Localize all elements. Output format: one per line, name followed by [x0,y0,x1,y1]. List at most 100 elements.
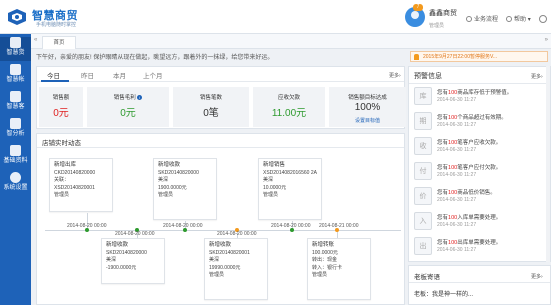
sidebar-item-analysis[interactable]: 智分析 [0,118,31,142]
tab-home[interactable]: 首页 [42,36,76,49]
warning-item[interactable]: 出 您有100出库单需要处理。 2014-06-30 11:27 [414,236,548,257]
warning-text: 您有100笔客户应付欠款。 [437,165,502,171]
logo-icon [8,9,26,25]
sidebar-item-basic-data[interactable]: 基础资料 [0,145,31,169]
flow-icon [466,16,472,22]
warning-text: 您有100商品库存低于预警值。 [437,90,513,96]
boss-title: 老板寄语 [414,274,440,281]
warnings-title: 预警信息 [414,73,442,80]
sidebar-item-accounts[interactable]: 智慧帐 [0,64,31,88]
notice-banner[interactable]: 2015年9月27日22:00暂停服务V... [410,51,548,62]
business-flow-link[interactable]: 业务流程 [466,14,498,23]
tab-today[interactable]: 今日 [47,70,60,80]
card-line: 美深 [158,177,169,183]
warning-text: 您有100入库单需要处理。 [437,215,502,221]
card-line: 转出：现金 [312,257,338,263]
kpi-value: 0笔 [203,108,219,119]
set-target-link[interactable]: 设置目标值 [329,117,406,124]
kpi-value: 11.00元 [271,108,307,119]
tab-bar: « 首页 » [31,34,551,49]
sidebar-item-settings[interactable]: 系统设置 [0,172,31,196]
card-line: 100.0000元 [312,249,338,256]
timeline-date: 2014-08-20 00:00 [271,223,311,229]
tab-scroll-right-icon[interactable]: » [545,37,548,43]
store-dynamics-panel: 店铺实时动态 新增出库 CKD20140820000 关联：XSD2014082… [36,133,405,305]
kpi-value: 0元 [120,108,136,119]
card-line: SKD20140820000 [106,249,147,256]
kpi-label: 销售笔数 [199,95,222,101]
card-line: 美深 [106,257,117,263]
dynamics-title: 店铺实时动态 [42,140,81,147]
boss-more-link[interactable]: 更多› [531,273,543,280]
sidebar-item-goods[interactable]: 智慧货 [0,37,31,61]
outbound-icon: 出 [414,237,432,255]
kpi-value: 0元 [53,108,69,119]
card-title: 新增收款 [106,242,129,248]
kpi-receivables: 应收欠款 11.00元 [253,87,325,127]
card-line: CKD20140820000 [54,169,96,176]
warning-date: 2014-06-30 11:27 [437,147,477,153]
warning-text: 您有100个商品超过有效期。 [437,115,507,121]
info-icon[interactable]: i [137,95,143,100]
warning-item[interactable]: 入 您有100入库单需要处理。 2014-06-30 11:27 [414,211,548,232]
timeline-date: 2014-08-20 00:00 [115,231,155,237]
timeline-card[interactable]: 新增转账 100.0000元 转出：现金 转入：银行卡 管理员 [307,238,371,300]
warning-text: 您有100出库单需要处理。 [437,240,502,246]
card-line: 1900.0000元 [158,184,187,191]
card-line: 管理员 [209,272,225,278]
inbound-icon: 入 [414,212,432,230]
power-button[interactable] [538,14,547,23]
card-line: 19990.0000元 [209,264,241,271]
timeline-date: 2014-08-21 00:00 [319,223,359,229]
warning-item[interactable]: 收 您有100笔客户应收欠款。 2014-06-30 11:27 [414,136,548,157]
kpi-target: 销售额目标达成 100% 设置目标值 [329,87,406,127]
warning-date: 2014-06-30 11:27 [437,122,477,128]
sidebar-item-label: 基础资料 [3,158,28,164]
warning-date: 2014-06-30 11:27 [437,247,477,253]
notification-badge[interactable]: 7 [413,4,423,11]
tab-this-month[interactable]: 本月 [113,70,126,80]
kpi-label: 销售毛利 i [87,93,169,101]
tab-scroll-left-icon[interactable]: « [34,37,37,43]
card-title: 新增收款 [158,162,181,168]
card-line: XSD2014082016560 2A [263,169,317,176]
expiry-icon: 期 [414,112,432,130]
card-line: SKD20140820001 [209,249,250,256]
warnings-more-link[interactable]: 更多› [531,73,543,80]
warnings-panel: 预警信息 更多› 库 您有100商品库存低于预警值。 2014-06-30 11… [408,66,551,262]
timeline-card[interactable]: 新增收款 SKD20140820000 美深 -1900.0000元 [101,238,165,284]
warning-item[interactable]: 期 您有100个商品超过有效期。 2014-06-30 11:27 [414,111,548,132]
card-line: 转入：银行卡 [312,264,343,271]
timeline-card[interactable]: 新增销售 XSD2014082016560 2A 美深 10.0000元 管理员 [258,158,322,220]
card-line: 美深 [263,177,274,183]
divider [409,282,550,283]
timeline-card[interactable]: 新增收款 SKD20140820001 美深 19990.0000元 管理员 [204,238,268,300]
sidebar-item-label: 智分析 [6,131,25,137]
sidebar-item-label: 系统设置 [3,185,28,191]
period-tabs: 今日 昨日 本月 上个月 更多› [37,67,404,82]
user-role: 管理员 [429,23,445,29]
card-line: 关联：XSD20140820001 [54,177,95,191]
user-name[interactable]: 鑫鑫商贸 [429,8,457,18]
timeline-card[interactable]: 新增收款 SKD20140820000 美深 1900.0000元 管理员 [153,158,217,220]
stats-more-link[interactable]: 更多› [389,72,401,79]
payable-icon: 付 [414,162,432,180]
kpi-label: 销售额目标达成 [348,95,387,101]
greeting-text: 下午好，亲爱的朋友! 保护眼睛从现在做起，眺望远方，跟着外的一抹绿，给您带来好运… [36,55,274,61]
timeline-card[interactable]: 新增出库 CKD20140820000 关联：XSD20140820001 管理… [49,158,113,212]
warning-text: 您有100笔客户应收欠款。 [437,140,502,146]
sidebar-item-customers[interactable]: 智慧客 [0,91,31,115]
warning-item[interactable]: 库 您有100商品库存低于预警值。 2014-06-30 11:27 [414,86,548,107]
active-tab-indicator [41,80,69,82]
help-label: 帮助 [514,17,527,23]
top-bar: 智慧商贸 手机电脑随时掌控 7 鑫鑫商贸 管理员 业务流程 帮助 ▾ [0,0,551,34]
warning-text: 您有100商品低价销售。 [437,190,496,196]
warning-item[interactable]: 付 您有100笔客户应付欠款。 2014-06-30 11:27 [414,161,548,182]
warning-item[interactable]: 价 您有100商品低价销售。 2014-06-30 11:27 [414,186,548,207]
tab-yesterday[interactable]: 昨日 [81,70,94,80]
help-link[interactable]: 帮助 ▾ [506,14,531,23]
tab-last-month[interactable]: 上个月 [143,70,163,80]
kpi-sales-count: 销售笔数 0笔 [173,87,249,127]
warnings-scrollbar[interactable] [546,66,550,262]
card-line: 美深 [209,257,220,263]
